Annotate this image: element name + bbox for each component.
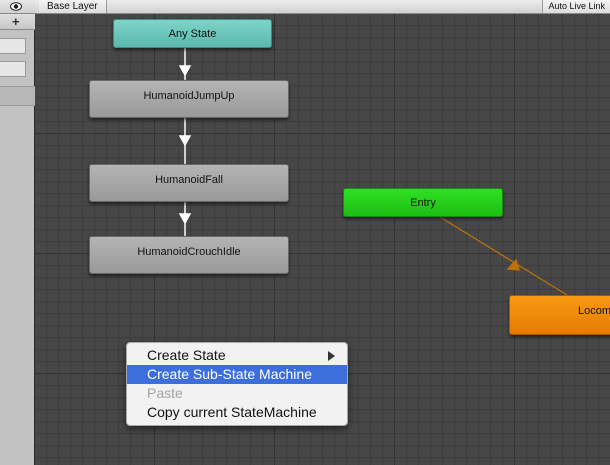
node-label: HumanoidFall	[155, 174, 223, 186]
transition-arrow-icon	[178, 65, 192, 77]
submenu-arrow-icon	[328, 351, 335, 361]
menu-item-label: Create Sub-State Machine	[147, 366, 312, 382]
node-label: HumanoidJumpUp	[143, 90, 235, 102]
node-label: Any State	[168, 28, 217, 40]
node-label: Locom	[578, 305, 610, 317]
eye-icon[interactable]	[10, 1, 22, 12]
transition-entry-to-locomotion[interactable]	[439, 216, 568, 296]
menu-item-label: Paste	[147, 385, 183, 401]
node-label: Entry	[410, 197, 436, 209]
graph-header: Base Layer Auto Live Link	[35, 0, 610, 14]
left-toolbar	[0, 0, 35, 14]
add-layer-icon[interactable]: +	[12, 15, 20, 28]
menu-item-label: Copy current StateMachine	[147, 404, 317, 420]
state-node-humanoid-fall[interactable]: HumanoidFall	[89, 164, 289, 202]
menu-item-copy-current-state-machine[interactable]: Copy current StateMachine	[127, 403, 347, 422]
panel-divider	[0, 86, 35, 106]
state-node-locomotion[interactable]: Locom	[509, 295, 610, 335]
context-menu: Create State Create Sub-State Machine Pa…	[126, 342, 348, 426]
node-label: HumanoidCrouchIdle	[137, 246, 241, 258]
state-node-entry[interactable]: Entry	[343, 188, 503, 217]
state-node-humanoid-jump-up[interactable]: HumanoidJumpUp	[89, 80, 289, 118]
layer-toolbar: +	[0, 14, 35, 30]
left-panel: +	[0, 0, 35, 465]
menu-item-paste: Paste	[127, 384, 347, 403]
state-node-humanoid-crouch-idle[interactable]: HumanoidCrouchIdle	[89, 236, 289, 274]
transition-arrow-icon	[178, 135, 192, 147]
breadcrumb-base-layer[interactable]: Base Layer	[39, 0, 107, 13]
auto-live-link-button[interactable]: Auto Live Link	[542, 0, 610, 13]
menu-item-create-sub-state-machine[interactable]: Create Sub-State Machine	[127, 365, 347, 384]
transition-arrow-icon	[178, 213, 192, 225]
parameter-field[interactable]	[0, 38, 26, 54]
menu-item-label: Create State	[147, 347, 226, 363]
menu-item-create-state[interactable]: Create State	[127, 346, 347, 365]
state-node-any-state[interactable]: Any State	[113, 19, 272, 48]
parameter-field[interactable]	[0, 61, 26, 77]
